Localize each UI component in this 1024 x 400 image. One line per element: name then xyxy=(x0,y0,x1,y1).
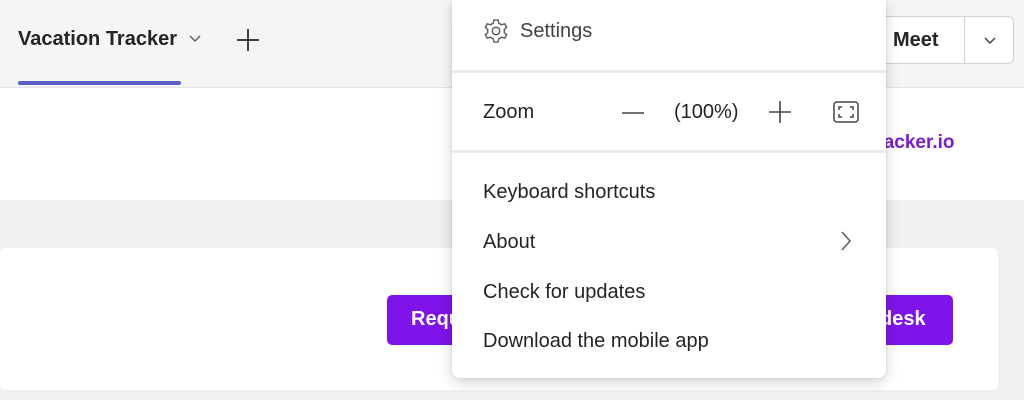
divider xyxy=(964,17,965,63)
zoom-label: Zoom xyxy=(483,101,535,123)
chevron-down-icon[interactable] xyxy=(982,36,998,46)
meet-button[interactable]: Meet xyxy=(893,29,939,52)
keyboard-shortcuts-menu-item[interactable]: Keyboard shortcuts xyxy=(483,181,655,204)
settings-menu-item[interactable]: Settings xyxy=(520,20,592,43)
add-tab-plus-icon[interactable] xyxy=(234,26,262,54)
fit-screen-icon[interactable] xyxy=(832,100,860,124)
tab-vacation-tracker[interactable]: Vacation Tracker xyxy=(18,28,177,51)
about-menu-item[interactable]: About xyxy=(483,231,535,254)
active-tab-indicator xyxy=(18,81,181,85)
menu-divider xyxy=(452,150,886,153)
zoom-out-minus-icon[interactable] xyxy=(620,100,646,126)
zoom-in-plus-icon[interactable] xyxy=(766,98,794,126)
download-mobile-app-menu-item[interactable]: Download the mobile app xyxy=(483,330,709,353)
chevron-down-icon[interactable] xyxy=(188,34,202,44)
zoom-level: (100%) xyxy=(674,101,739,123)
gear-icon[interactable] xyxy=(483,18,509,44)
chevron-right-icon xyxy=(841,231,852,251)
settings-menu: Settings Zoom (100%) Keyboard shortcuts … xyxy=(452,0,886,378)
check-for-updates-menu-item[interactable]: Check for updates xyxy=(483,281,645,304)
meet-button-group: Meet xyxy=(870,16,1014,64)
menu-divider xyxy=(452,70,886,73)
